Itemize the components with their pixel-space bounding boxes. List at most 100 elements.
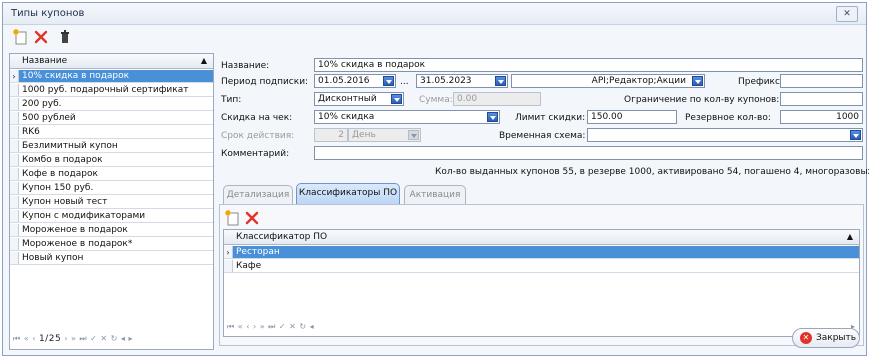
time-scheme-dropdown[interactable] bbox=[850, 130, 861, 140]
close-button[interactable]: ✕ Закрыть bbox=[792, 328, 860, 348]
period-to-dropdown[interactable] bbox=[495, 76, 506, 86]
prefix-label: Префикс: bbox=[738, 77, 783, 87]
list-navigator[interactable]: ⏮ « ‹ 1/25 › » ⏭ ✓ ✕ ↻ ◂ ▸ bbox=[13, 334, 133, 344]
coupon-row-label: 10% скидка в подарок bbox=[22, 71, 130, 81]
coupon-row[interactable]: Новый купон bbox=[10, 252, 213, 265]
comment-label: Комментарий: bbox=[221, 149, 290, 159]
name-label: Название: bbox=[221, 61, 270, 71]
roles-dropdown[interactable] bbox=[692, 76, 703, 86]
nav-prev-icon[interactable]: ‹ bbox=[32, 334, 36, 343]
roles-value: API;Редактор;Акции bbox=[591, 76, 686, 86]
nav-last-icon[interactable]: ⏭ bbox=[268, 322, 276, 331]
coupon-row[interactable]: 200 руб. bbox=[10, 98, 213, 111]
coupon-row[interactable]: RK6 bbox=[10, 126, 213, 139]
close-icon: ✕ bbox=[843, 9, 851, 19]
coupon-row[interactable]: 1000 руб. подарочный сертификат bbox=[10, 84, 213, 97]
nav-scroll-right-icon[interactable]: ▸ bbox=[128, 334, 133, 343]
nav-cancel-icon[interactable]: ✕ bbox=[100, 334, 107, 343]
column-header-classifier: Классификатор ПО bbox=[236, 232, 328, 242]
limit-by-coupons-field[interactable] bbox=[780, 92, 863, 106]
remove-classifier-icon[interactable] bbox=[244, 210, 260, 226]
coupon-row[interactable]: Купон с модификаторами bbox=[10, 210, 213, 223]
coupon-row-label: Купон новый тест bbox=[22, 197, 108, 207]
period-to-field[interactable]: 31.05.2023 bbox=[416, 74, 508, 88]
coupon-row-label: Мороженое в подарок* bbox=[22, 239, 133, 249]
discount-limit-field[interactable]: 150.00 bbox=[587, 110, 677, 124]
nav-next-page-icon[interactable]: » bbox=[71, 334, 76, 343]
coupon-row[interactable]: › 10% скидка в подарок bbox=[10, 70, 213, 83]
row-indicator bbox=[10, 210, 19, 222]
nav-refresh-icon[interactable]: ↻ bbox=[299, 322, 306, 331]
tab-activation[interactable]: Активация bbox=[404, 185, 466, 204]
coupon-row-label: 1000 руб. подарочный сертификат bbox=[22, 85, 189, 95]
nav-first-icon[interactable]: ⏮ bbox=[13, 334, 21, 343]
type-dropdown[interactable] bbox=[391, 94, 402, 104]
nav-next-icon[interactable]: › bbox=[64, 334, 68, 343]
discount-dropdown[interactable] bbox=[487, 112, 498, 122]
classifier-row[interactable]: › Ресторан bbox=[224, 246, 859, 259]
prefix-field[interactable] bbox=[780, 74, 863, 88]
coupon-row-label: Купон с модификаторами bbox=[22, 211, 146, 221]
coupon-row[interactable]: Купон 150 руб. bbox=[10, 182, 213, 195]
comment-field[interactable] bbox=[314, 146, 863, 160]
add-document-icon[interactable] bbox=[13, 29, 29, 45]
coupon-row[interactable]: Мороженое в подарок bbox=[10, 224, 213, 237]
nav-last-icon[interactable]: ⏭ bbox=[79, 334, 87, 343]
period-label: Период подписки: bbox=[221, 77, 309, 87]
tab-panel: Классификатор ПО ▲ › Ресторан Кафе ⏮ « ‹ ›… bbox=[219, 204, 864, 346]
nav-scroll-left-icon[interactable]: ◂ bbox=[310, 322, 315, 331]
delete-x-icon[interactable] bbox=[33, 29, 49, 45]
nav-apply-icon[interactable]: ✓ bbox=[90, 334, 97, 343]
nav-apply-icon[interactable]: ✓ bbox=[279, 322, 286, 331]
nav-prev-page-icon[interactable]: « bbox=[24, 334, 29, 343]
type-field[interactable]: Дисконтный bbox=[314, 92, 404, 106]
coupon-row[interactable]: Купон новый тест bbox=[10, 196, 213, 209]
coupon-row[interactable]: Мороженое в подарок* bbox=[10, 238, 213, 251]
classifier-grid: Классификатор ПО ▲ › Ресторан Кафе ⏮ « ‹ ›… bbox=[223, 229, 860, 337]
coupon-row-label: Кофе в подарок bbox=[22, 169, 98, 179]
coupon-row-label: 200 руб. bbox=[22, 99, 62, 109]
roles-field[interactable]: API;Редактор;Акции bbox=[511, 74, 705, 88]
period-from-dropdown[interactable] bbox=[383, 76, 394, 86]
coupon-list-header[interactable]: Название ▲ bbox=[10, 54, 213, 69]
classifier-row[interactable]: Кафе bbox=[224, 260, 859, 273]
validity-unit-dropdown bbox=[408, 130, 419, 140]
coupon-row[interactable]: 500 рублей bbox=[10, 112, 213, 125]
period-from-field[interactable]: 01.05.2016 bbox=[314, 74, 396, 88]
nav-prev-icon[interactable]: ‹ bbox=[246, 322, 250, 331]
row-indicator: › bbox=[10, 70, 19, 82]
discount-field[interactable]: 10% скидка bbox=[314, 110, 500, 124]
nav-next-icon[interactable]: › bbox=[253, 322, 257, 331]
classifier-navigator[interactable]: ⏮ « ‹ › » ⏭ ✓ ✕ ↻ ◂ bbox=[227, 322, 314, 332]
coupon-row[interactable]: Комбо в подарок bbox=[10, 154, 213, 167]
period-to-value: 31.05.2023 bbox=[420, 76, 472, 86]
tab-details[interactable]: Детализация bbox=[223, 185, 293, 204]
validity-label: Срок действия: bbox=[221, 131, 295, 141]
sort-up-icon: ▲ bbox=[200, 56, 207, 65]
nav-next-page-icon[interactable]: » bbox=[260, 322, 265, 331]
nav-first-icon[interactable]: ⏮ bbox=[227, 322, 235, 331]
period-from-value: 01.05.2016 bbox=[318, 76, 370, 86]
coupon-row[interactable]: Безлимитный купон bbox=[10, 140, 213, 153]
time-scheme-field[interactable] bbox=[587, 128, 863, 142]
coupon-row-label: Мороженое в подарок bbox=[22, 225, 128, 235]
coupon-row[interactable]: Кофе в подарок bbox=[10, 168, 213, 181]
row-indicator bbox=[10, 98, 19, 110]
add-classifier-icon[interactable] bbox=[225, 210, 241, 226]
validity-count-field: 2 bbox=[314, 128, 348, 142]
sum-field: 0.00 bbox=[453, 92, 541, 106]
nav-prev-page-icon[interactable]: « bbox=[238, 322, 243, 331]
tab-po-classifiers[interactable]: Классификаторы ПО bbox=[296, 183, 400, 204]
close-red-icon: ✕ bbox=[800, 332, 812, 344]
coupon-types-window: Типы купонов ✕ Название ▲ › 10% скидка в … bbox=[2, 2, 869, 356]
classifier-grid-header[interactable]: Классификатор ПО ▲ bbox=[224, 230, 859, 245]
name-field[interactable]: 10% скидка в подарок bbox=[314, 58, 863, 72]
nav-cancel-icon[interactable]: ✕ bbox=[289, 322, 296, 331]
trash-icon[interactable] bbox=[57, 29, 73, 45]
row-indicator: › bbox=[224, 246, 233, 258]
window-close-button[interactable]: ✕ bbox=[836, 6, 858, 22]
nav-scroll-left-icon[interactable]: ◂ bbox=[121, 334, 126, 343]
reserve-field[interactable]: 1000 bbox=[780, 110, 863, 124]
nav-refresh-icon[interactable]: ↻ bbox=[111, 334, 118, 343]
coupon-row-label: Безлимитный купон bbox=[22, 141, 118, 151]
